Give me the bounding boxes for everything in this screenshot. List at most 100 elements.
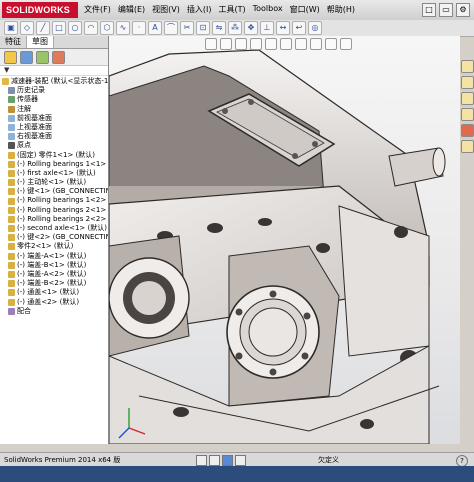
tree-item[interactable]: 配合 (0, 307, 108, 316)
sketch-status-icon[interactable] (222, 455, 233, 466)
exit-sketch-icon[interactable]: ↩ (292, 21, 306, 35)
text-tool-icon[interactable]: A (148, 21, 162, 35)
arc-tool-icon[interactable]: ◠ (84, 21, 98, 35)
tree-item[interactable]: (-) 键<2> (GB_CONNECTING (0, 233, 108, 242)
tree-item[interactable]: (-) 主动轮<1> (默认) (0, 178, 108, 187)
view-settings-icon[interactable]: ◎ (308, 21, 322, 35)
tree-item[interactable]: (-) 端盖-B<1> (默认) (0, 261, 108, 270)
tree-item[interactable]: 前视基准面 (0, 114, 108, 123)
appearance-icon[interactable] (52, 50, 65, 64)
design-library-icon[interactable] (460, 76, 474, 89)
point-tool-icon[interactable]: · (132, 21, 146, 35)
menu-file[interactable]: 文件(F) (84, 4, 111, 15)
zoom-fit-icon[interactable] (205, 38, 217, 50)
tree-item-label: (-) 主动轮<1> (默认) (17, 178, 87, 187)
part-icon (8, 169, 15, 177)
view-palette-icon[interactable] (460, 108, 474, 121)
rectangle-tool-icon[interactable]: □ (52, 21, 66, 35)
tree-item-label: (-) 端盖-A<2> (默认) (17, 269, 87, 278)
tree-item[interactable]: (-) Rolling bearings 1<1> (0, 160, 108, 169)
appearances-icon[interactable] (460, 124, 474, 137)
menu-toolbox[interactable]: Toolbox (253, 4, 283, 15)
mirror-tool-icon[interactable]: ⇋ (212, 21, 226, 35)
sensor-icon (8, 96, 15, 104)
hide-show-icon[interactable] (295, 38, 307, 50)
view-orientation-icon[interactable] (265, 38, 277, 50)
part-icon (8, 197, 15, 205)
configuration-icon[interactable] (36, 50, 49, 64)
tree-item[interactable]: 上视基准面 (0, 123, 108, 132)
tree-item[interactable]: (-) 端盖-A<1> (默认) (0, 252, 108, 261)
spline-tool-icon[interactable]: ∿ (116, 21, 130, 35)
tree-item-label: (-) 端盖-B<1> (默认) (17, 260, 87, 269)
circle-tool-icon[interactable]: ○ (68, 21, 82, 35)
units-icon[interactable] (209, 455, 220, 466)
tree-item[interactable]: (-) second axle<1> (默认) (0, 224, 108, 233)
feature-tree-icon[interactable] (4, 50, 17, 64)
options-icon[interactable]: ⚙ (456, 3, 470, 17)
menu-help[interactable]: 帮助(H) (327, 4, 355, 15)
window-controls: □ ▭ ⚙ (422, 3, 470, 17)
tree-item[interactable]: (-) Rolling bearings 1<2> (0, 196, 108, 205)
tree-item[interactable]: 减速器-装配 (默认<显示状态-1>) (0, 77, 108, 86)
dimension-tool-icon[interactable]: ↔ (276, 21, 290, 35)
tree-item[interactable]: 传感器 (0, 95, 108, 104)
display-icon[interactable] (235, 455, 246, 466)
open-file-icon[interactable]: ▭ (439, 3, 453, 17)
tab-sketch[interactable]: 草图 (27, 36, 54, 48)
custom-properties-icon[interactable] (460, 140, 474, 153)
offset-tool-icon[interactable]: ⊡ (196, 21, 210, 35)
filter-icon[interactable]: ▼ (0, 66, 108, 76)
menu-edit[interactable]: 编辑(E) (118, 4, 145, 15)
tree-item[interactable]: 右视基准面 (0, 132, 108, 141)
tree-item[interactable]: (-) 端盖-B<2> (默认) (0, 279, 108, 288)
tree-item-label: (固定) 零件1<1> (默认) (17, 150, 96, 159)
tree-item[interactable]: (-) Rolling bearings 2<2> (0, 215, 108, 224)
sketch-tool-icon[interactable]: ◇ (20, 21, 34, 35)
rebuild-icon[interactable] (196, 455, 207, 466)
relations-tool-icon[interactable]: ⊥ (260, 21, 274, 35)
menu-tools[interactable]: 工具(T) (218, 4, 245, 15)
tree-item[interactable]: (-) first axle<1> (默认) (0, 169, 108, 178)
section-view-icon[interactable] (250, 38, 262, 50)
tree-item-label: 上视基准面 (17, 122, 52, 131)
scene-icon[interactable] (325, 38, 337, 50)
tree-item[interactable]: 零件2<1> (默认) (0, 242, 108, 251)
assembly-icon (2, 78, 9, 86)
tree-item[interactable]: (-) Rolling bearings 2<1> (0, 206, 108, 215)
edit-appearance-icon[interactable] (310, 38, 322, 50)
tree-item[interactable]: (-) 通盖<1> (默认) (0, 288, 108, 297)
tree-item[interactable]: (-) 端盖-A<2> (默认) (0, 270, 108, 279)
menu-window[interactable]: 窗口(W) (290, 4, 320, 15)
assembly-tool-icon[interactable]: ▣ (4, 21, 18, 35)
home-icon[interactable] (460, 60, 474, 73)
solidworks-logo[interactable]: SOLIDWORKS (2, 2, 78, 18)
polygon-tool-icon[interactable]: ⬡ (100, 21, 114, 35)
previous-view-icon[interactable] (235, 38, 247, 50)
tree-item[interactable]: (固定) 零件1<1> (默认) (0, 151, 108, 160)
gearbox-model[interactable] (109, 36, 460, 444)
pattern-tool-icon[interactable]: ⁂ (228, 21, 242, 35)
file-explorer-icon[interactable] (460, 92, 474, 105)
tree-item[interactable]: 注解 (0, 105, 108, 114)
menu-view[interactable]: 视图(V) (152, 4, 180, 15)
view-settings-icon[interactable] (340, 38, 352, 50)
tree-item[interactable]: (-) 通盖<2> (默认) (0, 298, 108, 307)
tree-item-label: (-) Rolling bearings 1<1> (17, 159, 107, 168)
new-file-icon[interactable]: □ (422, 3, 436, 17)
tree-item[interactable]: 历史记录 (0, 86, 108, 95)
trim-tool-icon[interactable]: ✂ (180, 21, 194, 35)
tree-item[interactable]: 原点 (0, 141, 108, 150)
tab-features[interactable]: 特征 (0, 36, 27, 48)
move-tool-icon[interactable]: ✥ (244, 21, 258, 35)
task-pane-tabs (460, 56, 474, 190)
graphics-viewport[interactable] (109, 36, 460, 444)
panel-tabs: 特征 草图 (0, 36, 108, 49)
line-tool-icon[interactable]: ╱ (36, 21, 50, 35)
menu-insert[interactable]: 插入(I) (187, 4, 212, 15)
property-manager-icon[interactable] (20, 50, 33, 64)
fillet-tool-icon[interactable]: ⌒ (164, 21, 178, 35)
tree-item[interactable]: (-) 键<1> (GB_CONNECTING (0, 187, 108, 196)
zoom-area-icon[interactable] (220, 38, 232, 50)
display-style-icon[interactable] (280, 38, 292, 50)
